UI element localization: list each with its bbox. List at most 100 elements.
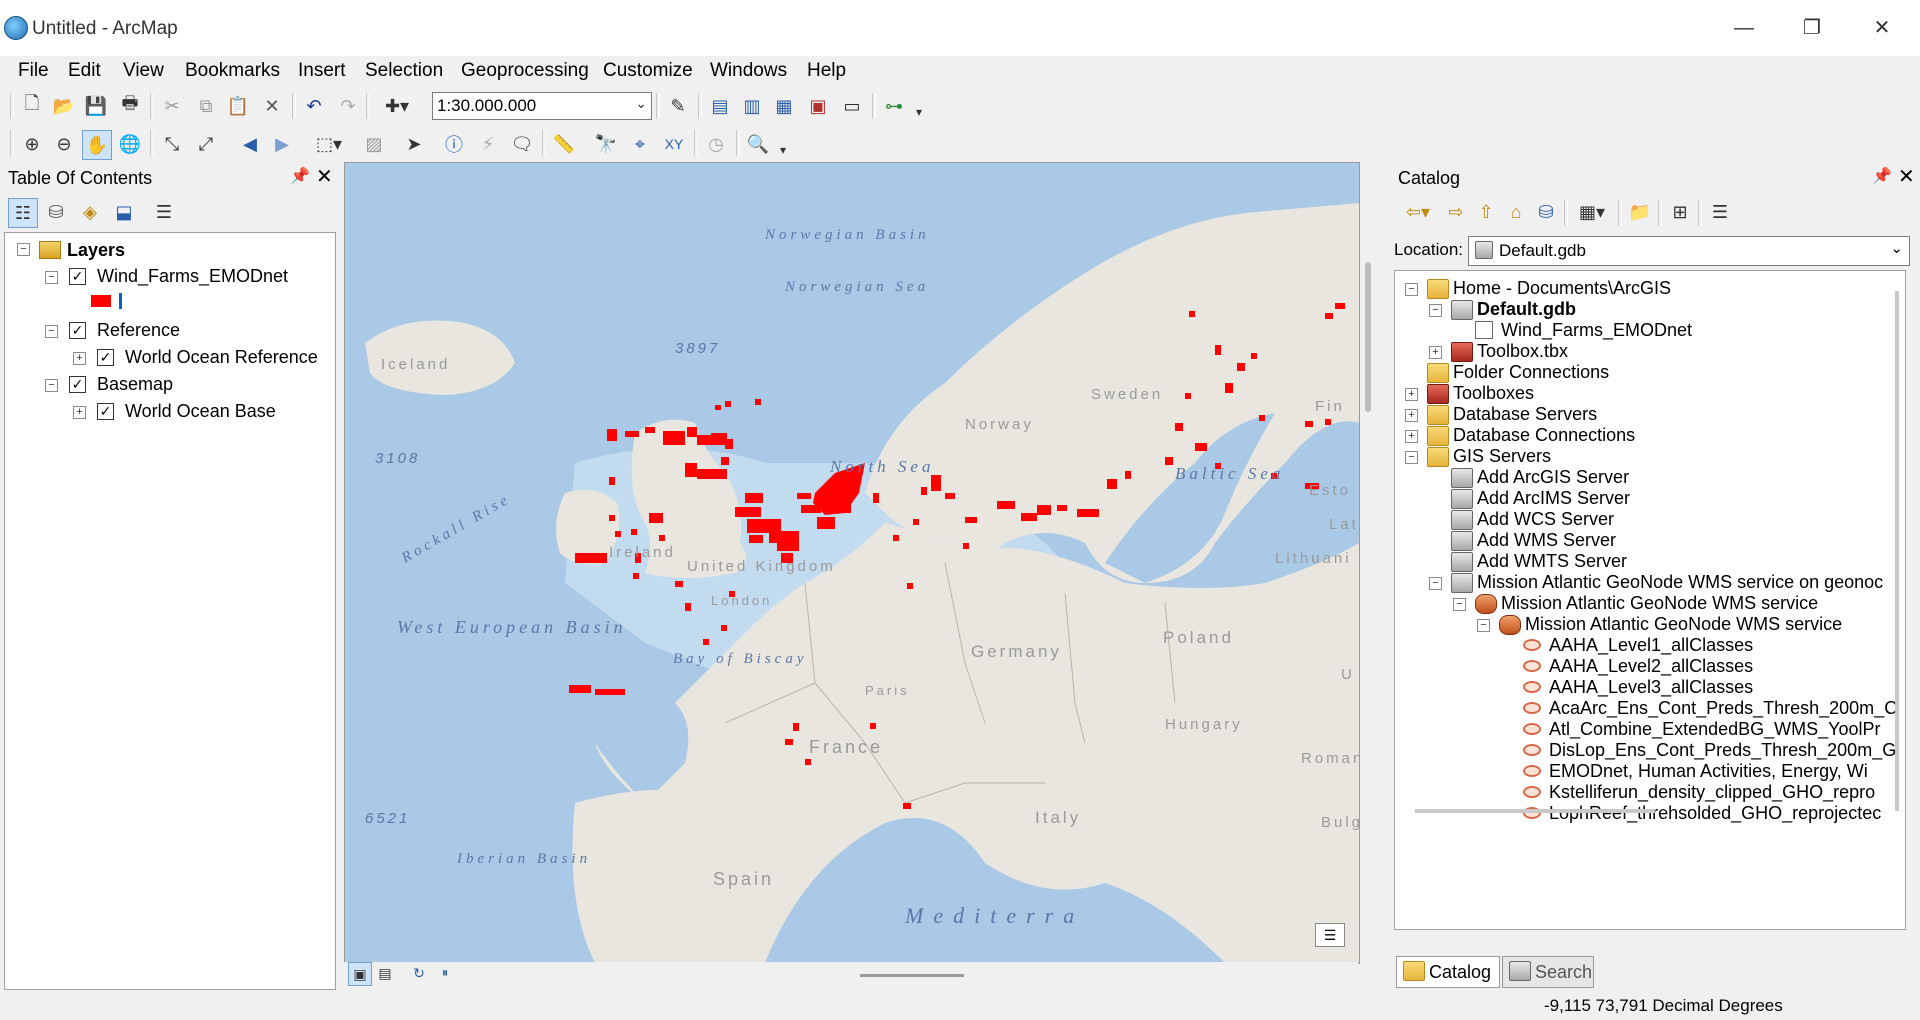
paste-icon[interactable]: 📋 <box>224 92 252 120</box>
new-document-icon[interactable]: 🗋 <box>18 92 46 120</box>
add-data-icon[interactable]: ✚▾ <box>374 92 420 120</box>
chevron-down-icon[interactable]: ⌄ <box>635 95 647 112</box>
collapse-default-gdb-toggle[interactable]: − <box>1429 304 1442 317</box>
up-one-level-icon[interactable]: ⇧ <box>1472 198 1500 226</box>
toc-close-icon[interactable]: ✕ <box>316 164 333 189</box>
hyperlink-icon[interactable]: ⚡ <box>474 130 502 158</box>
menu-selection[interactable]: Selection <box>365 56 443 86</box>
fixed-zoom-out-icon[interactable]: ⤢ <box>192 130 220 158</box>
close-button[interactable]: ✕ <box>1860 10 1904 46</box>
list-by-drawing-order-icon[interactable]: ☷ <box>8 198 38 228</box>
map-canvas[interactable]: Norwegian Basin Norwegian Sea North Sea … <box>344 162 1360 964</box>
layer-basemap[interactable]: Basemap <box>97 371 173 397</box>
redo-icon[interactable]: ↷ <box>334 92 362 120</box>
list-by-selection-icon[interactable]: ⬓ <box>110 198 138 226</box>
go-to-xy-icon[interactable]: XY <box>660 130 688 158</box>
catalog-vertical-scrollbar[interactable] <box>1895 291 1899 811</box>
menu-windows[interactable]: Windows <box>710 56 787 86</box>
toolbar-grip[interactable] <box>10 93 14 119</box>
save-icon[interactable]: 💾 <box>82 92 110 120</box>
default-geodatabase-icon[interactable]: ⛁ <box>1532 198 1560 226</box>
python-window-icon[interactable]: ▭ <box>838 92 866 120</box>
wind-farms-symbol-swatch[interactable] <box>91 295 111 307</box>
refresh-view-icon[interactable]: ↻ <box>408 962 430 984</box>
world-ocean-reference-checkbox[interactable]: ✓ <box>97 349 114 366</box>
menu-help[interactable]: Help <box>807 56 846 86</box>
viewer-window-icon[interactable]: 🔍 <box>744 130 772 158</box>
expand-world-ocean-reference-toggle[interactable]: + <box>73 352 86 365</box>
catalog-window-icon[interactable]: ▥ <box>738 92 766 120</box>
expand-toolbox-toggle[interactable]: + <box>1429 346 1442 359</box>
wind-farms-checkbox[interactable]: ✓ <box>69 268 86 285</box>
measure-icon[interactable]: 📏 <box>550 130 578 158</box>
layer-wind-farms[interactable]: Wind_Farms_EMODnet <box>97 263 288 289</box>
collapse-geonode-service-toggle[interactable]: − <box>1453 598 1466 611</box>
collapse-layers-toggle[interactable]: − <box>17 243 30 256</box>
collapse-basemap-toggle[interactable]: − <box>45 379 58 392</box>
layer-world-ocean-reference[interactable]: World Ocean Reference <box>125 344 318 370</box>
expand-toolboxes-toggle[interactable]: + <box>1405 388 1418 401</box>
delete-icon[interactable]: ✕ <box>258 92 286 120</box>
menu-geoprocessing[interactable]: Geoprocessing <box>461 56 589 86</box>
undo-icon[interactable]: ↶ <box>300 92 328 120</box>
search-window-icon[interactable]: ▦ <box>770 92 798 120</box>
menu-customize[interactable]: Customize <box>603 56 693 86</box>
map-scale-combobox[interactable]: 1:30.000.000 ⌄ <box>432 92 652 120</box>
world-ocean-base-checkbox[interactable]: ✓ <box>97 403 114 420</box>
list-by-source-icon[interactable]: ⛁ <box>42 198 70 226</box>
layer-reference[interactable]: Reference <box>97 317 180 343</box>
views-icon[interactable]: ▦▾ <box>1572 198 1612 226</box>
collapse-geonode-connection-toggle[interactable]: − <box>1429 577 1442 590</box>
html-popup-icon[interactable]: 🗨 <box>508 130 536 158</box>
catalog-back-icon[interactable]: ⇦▾ <box>1398 198 1438 226</box>
menu-edit[interactable]: Edit <box>68 56 101 86</box>
catalog-close-icon[interactable]: ✕ <box>1898 164 1915 189</box>
layers-root-label[interactable]: Layers <box>67 237 125 263</box>
collapse-geonode-service-layer-toggle[interactable]: − <box>1477 619 1490 632</box>
toolbar-options-icon[interactable]: ▾ <box>912 98 926 126</box>
menu-insert[interactable]: Insert <box>298 56 346 86</box>
maximize-button[interactable]: ❐ <box>1790 10 1834 46</box>
arctoolbox-icon[interactable]: ▣ <box>804 92 832 120</box>
menu-file[interactable]: File <box>18 56 49 86</box>
location-combobox[interactable]: Default.gdb ⌄ <box>1468 236 1910 266</box>
toolbar-options-icon-2[interactable]: ▾ <box>776 136 790 164</box>
toggle-contents-panel-icon[interactable]: ⊞ <box>1666 198 1694 226</box>
pause-drawing-icon[interactable]: ⏸ <box>434 962 456 984</box>
clear-selection-icon[interactable]: ▨ <box>360 130 388 158</box>
map-vertical-scrollbar[interactable] <box>1365 262 1371 412</box>
editor-toolbar-icon[interactable]: ✎ <box>664 92 692 120</box>
identify-icon[interactable]: ⓘ <box>440 130 468 158</box>
reference-checkbox[interactable]: ✓ <box>69 322 86 339</box>
catalog-forward-icon[interactable]: ⇨ <box>1442 198 1470 226</box>
go-forward-icon[interactable]: ▶ <box>268 130 296 158</box>
location-chevron-down-icon[interactable]: ⌄ <box>1890 239 1903 257</box>
fixed-zoom-in-icon[interactable]: ⤡ <box>158 130 186 158</box>
catalog-horizontal-scrollbar[interactable] <box>1415 809 1655 813</box>
copy-icon[interactable]: ⧉ <box>192 92 220 120</box>
connect-to-folder-icon[interactable]: 📁 <box>1626 198 1654 226</box>
pan-hand-icon[interactable]: ✋ <box>82 130 112 160</box>
pin-icon[interactable]: 📌 <box>290 166 310 186</box>
find-binoculars-icon[interactable]: 🔭 <box>592 130 620 158</box>
full-extent-globe-icon[interactable]: 🌐 <box>116 130 144 158</box>
collapse-home-toggle[interactable]: − <box>1405 283 1418 296</box>
collapse-gis-servers-toggle[interactable]: − <box>1405 451 1418 464</box>
zoom-in-icon[interactable]: ⊕ <box>18 130 46 158</box>
cut-icon[interactable]: ✂ <box>158 92 186 120</box>
time-slider-icon[interactable]: ◷ <box>702 130 730 158</box>
select-elements-arrow-icon[interactable]: ➤ <box>400 130 428 158</box>
collapse-reference-toggle[interactable]: − <box>45 325 58 338</box>
zoom-out-icon[interactable]: ⊖ <box>50 130 78 158</box>
collapse-wind-farms-toggle[interactable]: − <box>45 271 58 284</box>
list-by-visibility-icon[interactable]: ◈ <box>76 198 104 226</box>
catalog-tab[interactable]: Catalog <box>1396 956 1500 988</box>
menu-bookmarks[interactable]: Bookmarks <box>185 56 280 86</box>
minimize-button[interactable]: — <box>1722 10 1766 46</box>
map-horizontal-scrollbar[interactable] <box>860 974 964 977</box>
expand-database-connections-toggle[interactable]: + <box>1405 430 1418 443</box>
catalog-pin-icon[interactable]: 📌 <box>1872 166 1892 186</box>
basemap-checkbox[interactable]: ✓ <box>69 376 86 393</box>
find-route-icon[interactable]: ⌖ <box>626 130 654 158</box>
model-builder-icon[interactable]: ⊶ <box>880 92 908 120</box>
